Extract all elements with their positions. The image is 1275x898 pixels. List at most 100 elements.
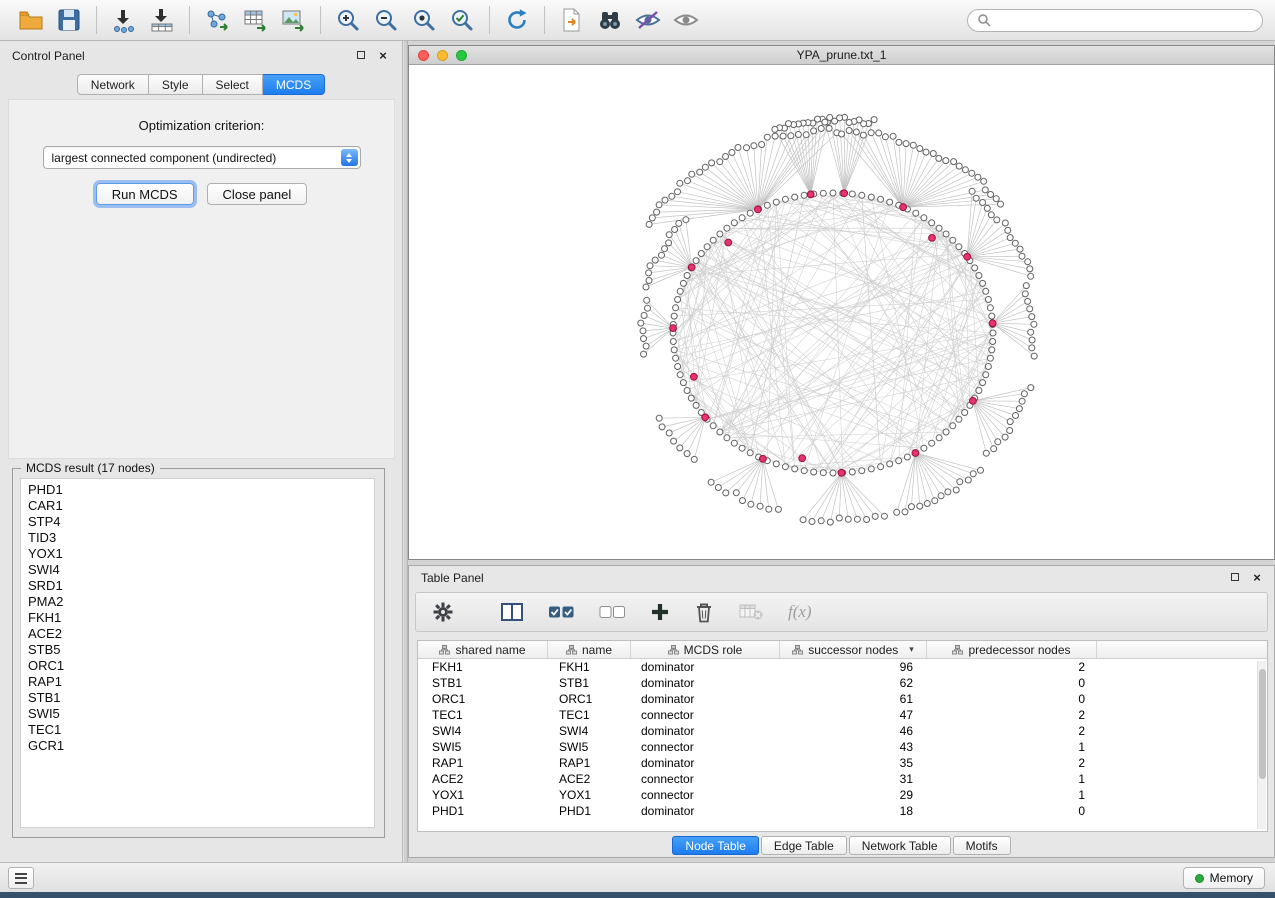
toolbar-separator	[489, 6, 490, 34]
mcds-result-item[interactable]: GCR1	[28, 738, 374, 754]
clone-network-icon	[560, 7, 584, 33]
deselect-all-rows-button[interactable]	[599, 603, 626, 621]
table-settings-button[interactable]	[432, 601, 454, 623]
mcds-result-item[interactable]: PHD1	[28, 482, 374, 498]
table-cell: connector	[631, 788, 780, 802]
mcds-result-item[interactable]: SWI4	[28, 562, 374, 578]
tab-network-table[interactable]: Network Table	[849, 836, 951, 855]
mcds-result-item[interactable]: STB1	[28, 690, 374, 706]
gear-icon	[432, 601, 454, 623]
delete-columns-button[interactable]	[694, 601, 714, 623]
mcds-result-item[interactable]: YOX1	[28, 546, 374, 562]
mcds-result-item[interactable]: RAP1	[28, 674, 374, 690]
global-search-field[interactable]	[967, 9, 1263, 32]
column-header-name[interactable]: name	[548, 641, 631, 658]
table-row[interactable]: SWI4SWI4dominator462	[418, 723, 1267, 739]
mcds-result-item[interactable]: STP4	[28, 514, 374, 530]
table-scrollbar[interactable]	[1257, 661, 1266, 829]
search-input[interactable]	[997, 13, 1253, 27]
tab-style[interactable]: Style	[149, 74, 203, 95]
export-image-icon	[280, 7, 307, 33]
mcds-result-item[interactable]: TID3	[28, 530, 374, 546]
zoom-fit-content-button[interactable]	[407, 4, 441, 36]
mcds-result-title: MCDS result (17 nodes)	[21, 461, 160, 475]
control-panel-float-button[interactable]	[354, 48, 368, 62]
table-cell: dominator	[631, 660, 780, 674]
refresh-view-button[interactable]	[500, 4, 534, 36]
mcds-result-item[interactable]: FKH1	[28, 610, 374, 626]
table-cell: YOX1	[418, 788, 548, 802]
show-columns-button[interactable]	[500, 602, 524, 622]
column-header-predecessor-nodes[interactable]: predecessor nodes	[927, 641, 1097, 658]
mcds-result-item[interactable]: ORC1	[28, 658, 374, 674]
show-all-button[interactable]	[669, 4, 703, 36]
table-cell: connector	[631, 740, 780, 754]
zoom-selected-button[interactable]	[445, 4, 479, 36]
table-cell: 31	[780, 772, 927, 786]
import-network-button[interactable]	[107, 4, 141, 36]
table-row[interactable]: SWI5SWI5connector431	[418, 739, 1267, 755]
search-network-button[interactable]	[593, 4, 627, 36]
table-row[interactable]: PHD1PHD1dominator180	[418, 803, 1267, 819]
mcds-result-list[interactable]: PHD1CAR1STP4TID3YOX1SWI4SRD1PMA2FKH1ACE2…	[20, 478, 375, 828]
zoom-in-button[interactable]	[331, 4, 365, 36]
column-header-successor-nodes[interactable]: successor nodes ▾	[780, 641, 927, 658]
table-panel-float-button[interactable]	[1228, 570, 1242, 584]
table-cell: 2	[927, 756, 1097, 770]
tab-select[interactable]: Select	[203, 74, 263, 95]
table-row[interactable]: ACE2ACE2connector311	[418, 771, 1267, 787]
mcds-result-item[interactable]: STB5	[28, 642, 374, 658]
export-table-button[interactable]	[238, 4, 272, 36]
export-network-button[interactable]	[200, 4, 234, 36]
network-graph[interactable]	[409, 65, 1274, 559]
save-session-button[interactable]	[52, 4, 86, 36]
table-panel-title: Table Panel	[421, 571, 484, 585]
mcds-result-item[interactable]: PMA2	[28, 594, 374, 610]
scrollbar-thumb[interactable]	[1259, 669, 1266, 779]
table-cell: SWI4	[418, 724, 548, 738]
table-row[interactable]: YOX1YOX1connector291	[418, 787, 1267, 803]
control-panel-close-button[interactable]: ×	[376, 48, 390, 62]
run-mcds-button[interactable]: Run MCDS	[96, 183, 194, 205]
column-header-mcds-role[interactable]: MCDS role	[631, 641, 780, 658]
table-panel-close-button[interactable]: ×	[1250, 570, 1264, 584]
maximize-window-icon[interactable]	[456, 50, 467, 61]
tab-network[interactable]: Network	[77, 74, 149, 95]
export-image-button[interactable]	[276, 4, 310, 36]
table-row[interactable]: RAP1RAP1dominator352	[418, 755, 1267, 771]
table-cell: STB1	[548, 676, 631, 690]
optimization-criterion-select[interactable]: largest connected component (undirected)	[43, 146, 361, 169]
hide-unselected-button[interactable]	[631, 4, 665, 36]
panel-menu-button[interactable]	[8, 867, 34, 889]
mcds-result-item[interactable]: SWI5	[28, 706, 374, 722]
mcds-result-item[interactable]: ACE2	[28, 626, 374, 642]
tab-node-table[interactable]: Node Table	[672, 836, 759, 855]
toolbar-separator	[544, 6, 545, 34]
memory-button[interactable]: Memory	[1183, 867, 1265, 889]
add-column-button[interactable]	[650, 602, 670, 622]
clone-network-button[interactable]	[555, 4, 589, 36]
table-row[interactable]: TEC1TEC1connector472	[418, 707, 1267, 723]
select-all-rows-button[interactable]	[548, 603, 575, 621]
zoom-out-button[interactable]	[369, 4, 403, 36]
close-window-icon[interactable]	[418, 50, 429, 61]
memory-label: Memory	[1210, 871, 1253, 885]
minimize-window-icon[interactable]	[437, 50, 448, 61]
mcds-result-item[interactable]: SRD1	[28, 578, 374, 594]
table-row[interactable]: ORC1ORC1dominator610	[418, 691, 1267, 707]
table-row[interactable]: FKH1FKH1dominator962	[418, 659, 1267, 675]
tab-motifs[interactable]: Motifs	[953, 836, 1011, 855]
import-table-button[interactable]	[145, 4, 179, 36]
table-row[interactable]: STB1STB1dominator620	[418, 675, 1267, 691]
table-cell: FKH1	[418, 660, 548, 674]
open-session-button[interactable]	[14, 4, 48, 36]
network-canvas[interactable]	[409, 65, 1274, 559]
zoom-in-icon	[335, 7, 361, 33]
tab-mcds[interactable]: MCDS	[263, 74, 325, 95]
mcds-result-group: MCDS result (17 nodes) PHD1CAR1STP4TID3Y…	[12, 468, 385, 838]
column-header-shared-name[interactable]: shared name	[418, 641, 548, 658]
mcds-result-item[interactable]: TEC1	[28, 722, 374, 738]
mcds-result-item[interactable]: CAR1	[28, 498, 374, 514]
close-panel-button[interactable]: Close panel	[207, 183, 308, 205]
tab-edge-table[interactable]: Edge Table	[761, 836, 847, 855]
